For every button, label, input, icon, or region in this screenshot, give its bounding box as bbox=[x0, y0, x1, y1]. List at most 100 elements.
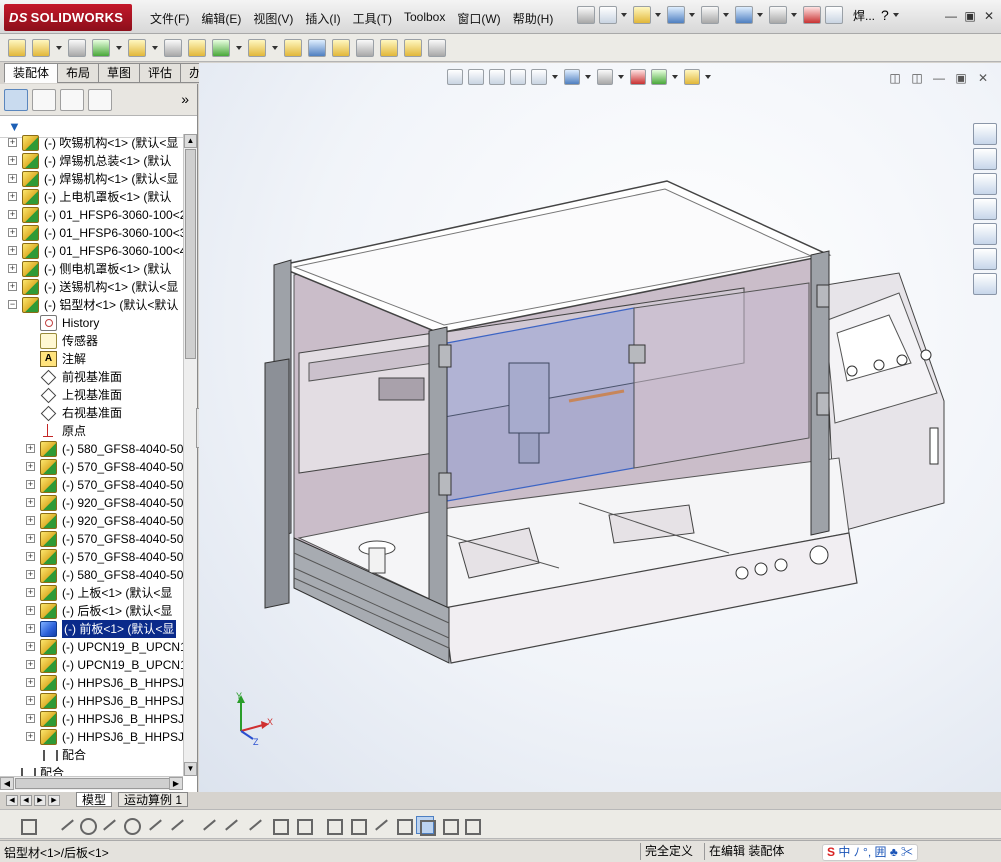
close-icon[interactable]: ✕ bbox=[981, 9, 997, 23]
tree-component-item[interactable]: + (-) 570_GFS8-4040-50 bbox=[0, 458, 183, 476]
motion-dropdown-icon[interactable] bbox=[272, 45, 278, 50]
collapse-node-icon[interactable]: − bbox=[8, 300, 17, 309]
expand-node-icon[interactable]: + bbox=[8, 264, 17, 273]
tree-item-sensor[interactable]: 传感器 bbox=[0, 332, 183, 350]
clearance-verification-icon[interactable] bbox=[380, 38, 398, 57]
prev-tab-icon[interactable]: ◀ bbox=[20, 795, 32, 806]
shaded-cube-icon[interactable] bbox=[416, 816, 436, 836]
linear-pattern-icon[interactable] bbox=[68, 38, 86, 57]
corner-rectangle-icon[interactable] bbox=[270, 816, 289, 835]
expand-node-icon[interactable]: + bbox=[26, 660, 35, 669]
interference-detection-icon[interactable] bbox=[356, 38, 374, 57]
viewport-restore-icon[interactable]: ▣ bbox=[953, 71, 969, 85]
section-view-icon[interactable] bbox=[510, 69, 526, 85]
expand-node-icon[interactable]: + bbox=[8, 228, 17, 237]
view-orientation-dropdown-icon[interactable] bbox=[552, 75, 558, 79]
expand-node-icon[interactable]: + bbox=[26, 462, 35, 471]
tree-item-plane[interactable]: 前视基准面 bbox=[0, 368, 183, 386]
hide-show-dropdown-icon[interactable] bbox=[618, 75, 624, 79]
point-icon[interactable] bbox=[58, 816, 76, 834]
save-icon[interactable] bbox=[667, 6, 685, 24]
expand-node-icon[interactable]: + bbox=[26, 732, 35, 741]
view-cube-icon[interactable] bbox=[394, 816, 413, 835]
expand-node-icon[interactable]: + bbox=[8, 156, 17, 165]
expand-node-icon[interactable]: + bbox=[26, 624, 35, 633]
tab-model[interactable]: 模型 bbox=[76, 792, 113, 807]
tree-component-item[interactable]: + (-) 后板<1> (默认<显 bbox=[0, 602, 183, 620]
menu-help[interactable]: 帮助(H) bbox=[513, 10, 554, 27]
hole-alignment-icon[interactable] bbox=[404, 38, 422, 57]
expand-node-icon[interactable]: + bbox=[8, 192, 17, 201]
view-palette-icon[interactable] bbox=[973, 223, 997, 245]
viewport-close-icon[interactable]: ✕ bbox=[975, 71, 991, 85]
undo-icon[interactable] bbox=[735, 6, 753, 24]
tree-component-item[interactable]: + (-) 01_HFSP6-3060-100<3 bbox=[0, 224, 183, 242]
expand-node-icon[interactable]: + bbox=[8, 246, 17, 255]
insert-component-icon[interactable] bbox=[8, 38, 26, 57]
next-tab-icon[interactable]: ▶ bbox=[34, 795, 46, 806]
print-icon[interactable] bbox=[701, 6, 719, 24]
minimize-icon[interactable]: — bbox=[943, 9, 959, 23]
viewport-minimize-icon[interactable]: — bbox=[931, 71, 947, 85]
home-icon[interactable] bbox=[973, 148, 997, 170]
tree-component-item[interactable]: + (-) HHPSJ6_B_HHPSJ6- bbox=[0, 728, 183, 746]
tree-item-note[interactable]: A 注解 bbox=[0, 350, 183, 368]
apply-scene-icon[interactable] bbox=[651, 69, 667, 85]
expand-node-icon[interactable]: + bbox=[8, 138, 17, 147]
graphics-area[interactable]: ◫ ◫ — ▣ ✕ Y X Z 5 bbox=[199, 63, 1001, 792]
print-dropdown-icon[interactable] bbox=[723, 13, 729, 17]
help-icon[interactable]: ? bbox=[881, 7, 889, 23]
grid-icon[interactable] bbox=[348, 816, 367, 835]
open-dropdown-icon[interactable] bbox=[655, 13, 661, 17]
tree-item-history[interactable]: History bbox=[0, 314, 183, 332]
scroll-down-icon[interactable]: ▼ bbox=[184, 762, 197, 776]
tree-component-item[interactable]: + (-) 前板<1> (默认<显 bbox=[0, 619, 183, 639]
menu-view[interactable]: 视图(V) bbox=[253, 10, 293, 27]
new-document-icon[interactable] bbox=[599, 6, 617, 24]
spline-icon[interactable] bbox=[222, 816, 240, 834]
tree-component-item[interactable]: + (-) 01_HFSP6-3060-100<4 bbox=[0, 242, 183, 260]
display-style-icon[interactable] bbox=[564, 69, 580, 85]
expand-node-icon[interactable]: + bbox=[8, 174, 17, 183]
display-manager-tab-icon[interactable] bbox=[88, 89, 112, 111]
help-dropdown-icon[interactable] bbox=[892, 13, 899, 17]
tree-component-item[interactable]: + (-) 侧电机罩板<1> (默认 bbox=[0, 260, 183, 278]
scroll-thumb[interactable] bbox=[185, 149, 196, 359]
tree-vertical-scrollbar[interactable]: ▲ ▼ bbox=[183, 134, 197, 776]
select-dropdown-icon[interactable] bbox=[791, 13, 797, 17]
slash-line-icon[interactable] bbox=[246, 816, 264, 834]
expand-node-icon[interactable]: + bbox=[26, 678, 35, 687]
tree-component-item[interactable]: + (-) 焊锡机构<1> (默认<显 bbox=[0, 170, 183, 188]
rebuild-icon[interactable] bbox=[803, 6, 821, 24]
tree-item-plane[interactable]: 上视基准面 bbox=[0, 386, 183, 404]
light-icon[interactable] bbox=[440, 816, 459, 835]
angle-dimension-icon[interactable] bbox=[372, 816, 390, 834]
save-dropdown-icon[interactable] bbox=[689, 13, 695, 17]
design-library-icon[interactable] bbox=[973, 173, 997, 195]
scroll-left-icon[interactable]: ◀ bbox=[0, 777, 14, 790]
move-dropdown-icon[interactable] bbox=[152, 45, 158, 50]
view-settings-icon[interactable] bbox=[684, 69, 700, 85]
tree-component-item[interactable]: + (-) 送锡机构<1> (默认<显 bbox=[0, 278, 183, 296]
zoom-to-area-icon[interactable] bbox=[468, 69, 484, 85]
tree-component-item[interactable]: + (-) 580_GFS8-4040-50 bbox=[0, 566, 183, 584]
move-component-icon[interactable] bbox=[128, 38, 146, 57]
solidworks-logo[interactable]: DS SOLIDWORKS bbox=[4, 4, 132, 31]
menu-tools[interactable]: 工具(T) bbox=[353, 10, 392, 27]
expand-node-icon[interactable]: + bbox=[26, 642, 35, 651]
table-icon[interactable] bbox=[462, 816, 481, 835]
restore-icon[interactable]: ▣ bbox=[962, 9, 978, 23]
expand-node-icon[interactable]: + bbox=[8, 282, 17, 291]
dynamic-annotation-icon[interactable] bbox=[531, 69, 547, 85]
tree-item-mate[interactable]: 配合 bbox=[0, 746, 183, 764]
assembly-model[interactable] bbox=[199, 63, 1001, 792]
expand-node-icon[interactable]: + bbox=[26, 480, 35, 489]
expand-tabs-icon[interactable]: » bbox=[181, 91, 189, 107]
tree-component-item[interactable]: + (-) 570_GFS8-4040-50 bbox=[0, 476, 183, 494]
scene-dropdown-icon[interactable] bbox=[672, 75, 678, 79]
smart-fasteners-icon[interactable] bbox=[92, 38, 110, 57]
tab-assembly[interactable]: 装配体 bbox=[4, 63, 59, 83]
tree-component-item[interactable]: + (-) UPCN19_B_UPCN19- bbox=[0, 638, 183, 656]
tree-component-item[interactable]: + (-) 上板<1> (默认<显 bbox=[0, 584, 183, 602]
expand-node-icon[interactable]: + bbox=[26, 444, 35, 453]
